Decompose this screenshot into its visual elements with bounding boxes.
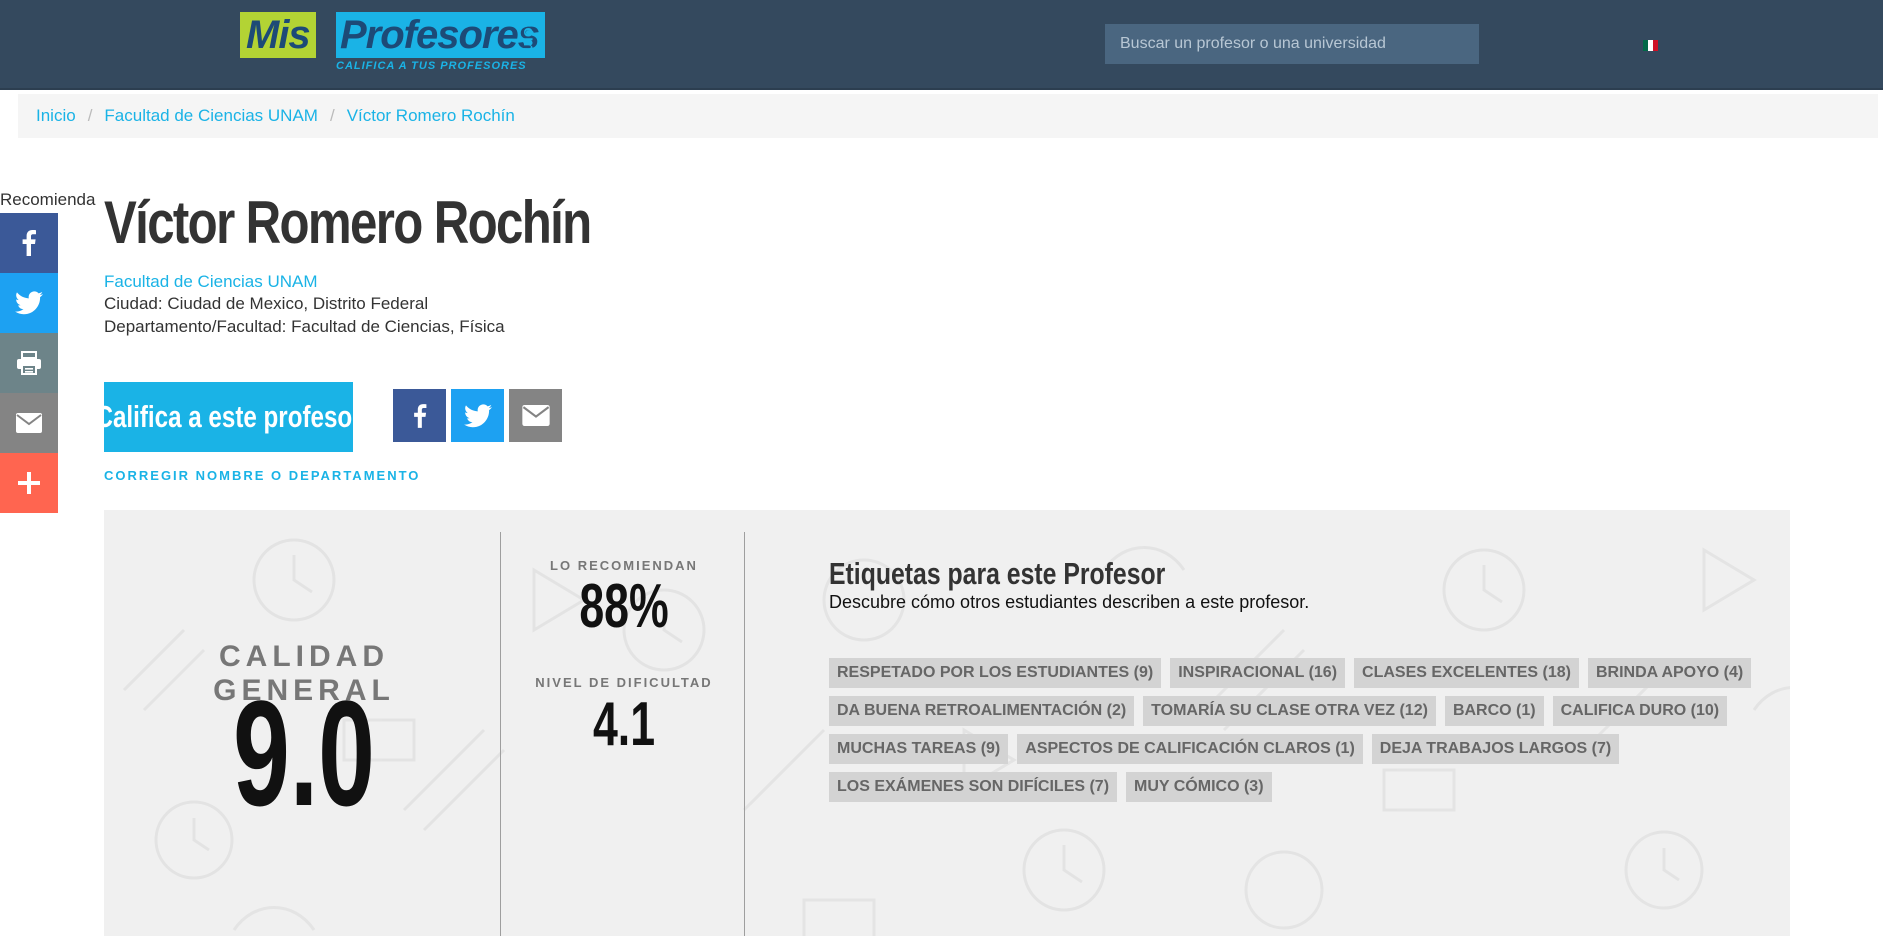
tag-row: LOS EXÁMENES SON DIFÍCILES (7) MUY CÓMIC… bbox=[829, 772, 1729, 802]
share-facebook-button[interactable] bbox=[393, 389, 446, 442]
site-logo[interactable]: Mis Profesores .com CALIFICA A TUS PROFE… bbox=[240, 10, 545, 74]
top-navbar: Mis Profesores .com CALIFICA A TUS PROFE… bbox=[0, 0, 1883, 90]
share-buttons bbox=[393, 389, 562, 442]
rating-panel: CALIDAD GENERAL 9.0 LO RECOMIENDAN 88% N… bbox=[104, 510, 1790, 936]
sidebar-twitter-button[interactable] bbox=[0, 273, 58, 333]
breadcrumb-home[interactable]: Inicio bbox=[36, 106, 76, 126]
department-line: Departamento/Facultad: Facultad de Cienc… bbox=[104, 317, 505, 336]
tags-subtitle: Descubre cómo otros estudiantes describe… bbox=[829, 592, 1310, 612]
tag-pill[interactable]: BARCO (1) bbox=[1444, 696, 1544, 726]
tag-pill[interactable]: BRINDA APOYO (4) bbox=[1587, 658, 1752, 688]
rate-professor-button[interactable]: Califica a este profesor bbox=[95, 382, 362, 452]
correct-name-link[interactable]: CORREGIR NOMBRE O DEPARTAMENTO bbox=[104, 468, 420, 483]
twitter-icon bbox=[15, 291, 43, 315]
tags-list: RESPETADO POR LOS ESTUDIANTES (9) INSPIR… bbox=[829, 658, 1752, 810]
rate-professor-label: Califica a este profesor bbox=[95, 399, 362, 434]
difficulty-value: 4.1 bbox=[592, 690, 656, 759]
tag-row: RESPETADO POR LOS ESTUDIANTES (9) INSPIR… bbox=[829, 658, 1752, 688]
tag-pill[interactable]: MUY CÓMICO (3) bbox=[1126, 772, 1272, 802]
logo-dotcom: .com bbox=[520, 14, 537, 52]
tags-title: Etiquetas para este Profesor bbox=[829, 556, 1166, 591]
email-icon bbox=[16, 413, 42, 433]
twitter-icon bbox=[463, 403, 492, 427]
sidebar-facebook-button[interactable] bbox=[0, 213, 58, 273]
breadcrumb-separator: / bbox=[329, 106, 335, 125]
share-email-button[interactable] bbox=[509, 389, 562, 442]
tag-pill[interactable]: RESPETADO POR LOS ESTUDIANTES (9) bbox=[829, 658, 1162, 688]
logo-tagline: CALIFICA A TUS PROFESORES bbox=[336, 60, 527, 72]
school-link[interactable]: Facultad de Ciencias UNAM bbox=[104, 272, 318, 292]
tag-pill[interactable]: ASPECTOS DE CALIFICACIÓN CLAROS (1) bbox=[1017, 734, 1363, 764]
recommend-value: 88% bbox=[579, 572, 669, 641]
search-input[interactable] bbox=[1105, 24, 1479, 64]
tag-pill[interactable]: LOS EXÁMENES SON DIFÍCILES (7) bbox=[829, 772, 1118, 802]
sidebar-more-button[interactable] bbox=[0, 453, 58, 513]
logo-mis: Mis bbox=[240, 12, 316, 58]
logo-profesores: Profesores bbox=[336, 12, 545, 58]
breadcrumb-separator: / bbox=[87, 106, 93, 125]
difficulty-label: NIVEL DE DIFICULTAD bbox=[535, 675, 713, 690]
breadcrumb-professor[interactable]: Víctor Romero Rochín bbox=[347, 106, 515, 126]
facebook-icon bbox=[413, 403, 426, 428]
tag-row: DA BUENA RETROALIMENTACIÓN (2) TOMARÍA S… bbox=[829, 696, 1729, 726]
quality-value: 9.0 bbox=[233, 669, 375, 837]
breadcrumb-school[interactable]: Facultad de Ciencias UNAM bbox=[104, 106, 318, 126]
tag-pill[interactable]: CLASES EXCELENTES (18) bbox=[1354, 658, 1579, 688]
breadcrumb: Inicio / Facultad de Ciencias UNAM / Víc… bbox=[18, 94, 1878, 138]
email-icon bbox=[521, 405, 550, 426]
tag-row: MUCHAS TAREAS (9) ASPECTOS DE CALIFICACI… bbox=[829, 734, 1729, 764]
tag-pill[interactable]: DA BUENA RETROALIMENTACIÓN (2) bbox=[829, 696, 1135, 726]
professor-name: Víctor Romero Rochín bbox=[104, 189, 592, 256]
recommend-label: LO RECOMIENDAN bbox=[550, 558, 698, 573]
flag-stripe-red bbox=[1653, 40, 1658, 51]
print-icon bbox=[17, 351, 41, 375]
plus-icon bbox=[18, 472, 40, 494]
tag-pill[interactable]: INSPIRACIONAL (16) bbox=[1170, 658, 1346, 688]
share-sidebar bbox=[0, 213, 58, 513]
facebook-icon bbox=[22, 230, 36, 256]
sidebar-print-button[interactable] bbox=[0, 333, 58, 393]
share-sidebar-label: Recomienda bbox=[0, 190, 96, 209]
tag-pill[interactable]: TOMARÍA SU CLASE OTRA VEZ (12) bbox=[1143, 696, 1436, 726]
sidebar-email-button[interactable] bbox=[0, 393, 58, 453]
tag-pill[interactable]: MUCHAS TAREAS (9) bbox=[829, 734, 1009, 764]
city-line: Ciudad: Ciudad de Mexico, Distrito Feder… bbox=[104, 294, 429, 313]
share-twitter-button[interactable] bbox=[451, 389, 504, 442]
tag-pill[interactable]: DEJA TRABAJOS LARGOS (7) bbox=[1371, 734, 1620, 764]
mexico-flag-icon[interactable] bbox=[1643, 40, 1658, 51]
tag-pill[interactable]: CALIFICA DURO (10) bbox=[1552, 696, 1728, 726]
